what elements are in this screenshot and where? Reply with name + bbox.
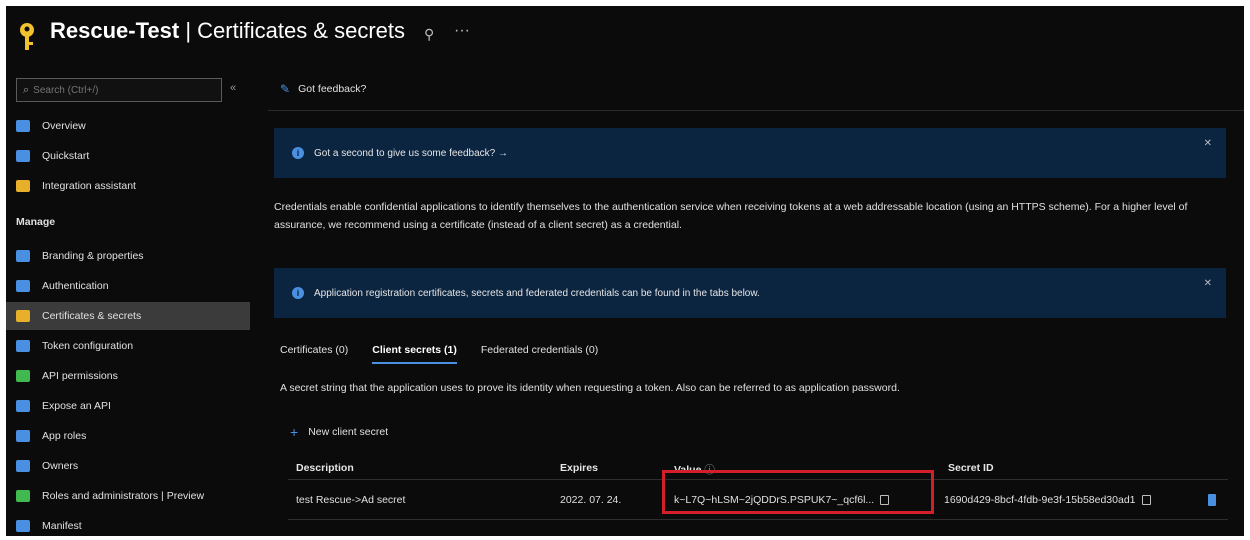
api-permissions-icon xyxy=(16,370,30,382)
sidebar-item-api-permissions[interactable]: API permissions xyxy=(6,362,250,390)
column-header-secret-id[interactable]: Secret ID xyxy=(948,462,994,474)
main-content: ✎ Got feedback? i Got a second to give u… xyxy=(268,62,1244,536)
app-name: Rescue-Test xyxy=(50,18,180,43)
tab-federated-credentials[interactable]: Federated credentials (0) xyxy=(481,344,598,364)
tab-client-secrets[interactable]: Client secrets (1) xyxy=(372,344,457,364)
section-title: Certificates & secrets xyxy=(197,18,405,43)
overview-icon xyxy=(16,120,30,132)
token-icon xyxy=(16,340,30,352)
page-title: Rescue-Test | Certificates & secrets xyxy=(50,18,405,44)
more-options-icon[interactable]: ··· xyxy=(454,22,470,40)
portal-window: Rescue-Test | Certificates & secrets ⚲ ·… xyxy=(6,6,1244,536)
info-icon: i xyxy=(292,287,304,299)
authentication-icon xyxy=(16,280,30,292)
quickstart-icon xyxy=(16,150,30,162)
key-icon xyxy=(20,23,34,50)
sidebar-item-branding[interactable]: Branding & properties xyxy=(6,242,250,270)
sidebar-item-label: Authentication xyxy=(42,280,109,292)
feedback-banner[interactable]: i Got a second to give us some feedback?… xyxy=(274,128,1226,178)
delete-icon[interactable] xyxy=(1208,494,1216,506)
value-header-label: Value xyxy=(674,464,702,476)
page-header: Rescue-Test | Certificates & secrets ⚲ ·… xyxy=(6,6,1244,62)
tab-certificates[interactable]: Certificates (0) xyxy=(280,344,348,364)
branding-icon xyxy=(16,250,30,262)
sidebar-item-quickstart[interactable]: Quickstart xyxy=(6,142,250,170)
key-icon xyxy=(16,310,30,322)
sidebar-item-label: Roles and administrators | Preview xyxy=(42,490,205,502)
new-client-secret-button[interactable]: + New client secret xyxy=(290,424,388,440)
sidebar-item-token-configuration[interactable]: Token configuration xyxy=(6,332,250,360)
table-header: Description Expires Value ⓘ Secret ID xyxy=(288,456,1228,480)
title-separator: | xyxy=(179,18,198,43)
search-input[interactable] xyxy=(33,84,204,96)
table-row: test Rescue->Ad secret 2022. 07. 24. k~L… xyxy=(288,480,1228,520)
sidebar-item-label: Overview xyxy=(42,120,86,132)
sidebar-item-expose-api[interactable]: Expose an API xyxy=(6,392,250,420)
sidebar-item-label: Token configuration xyxy=(42,340,134,352)
roles-icon xyxy=(16,490,30,502)
column-header-expires[interactable]: Expires xyxy=(560,462,598,474)
new-client-secret-label: New client secret xyxy=(308,426,389,438)
plus-icon: + xyxy=(290,424,299,440)
sidebar-item-label: Integration assistant xyxy=(42,180,136,192)
sidebar-item-label: API permissions xyxy=(42,370,118,382)
sidebar-item-roles-administrators[interactable]: Roles and administrators | Preview xyxy=(6,482,250,510)
copy-icon[interactable] xyxy=(880,495,890,506)
client-secret-description: A secret string that the application use… xyxy=(280,382,900,394)
sidebar-item-integration-assistant[interactable]: Integration assistant xyxy=(6,172,250,200)
sidebar-item-certificates-secrets[interactable]: Certificates & secrets xyxy=(6,302,250,330)
manifest-icon xyxy=(16,520,30,532)
close-icon[interactable]: ✕ xyxy=(1204,278,1212,289)
cloud-icon xyxy=(16,400,30,412)
search-box[interactable]: ⌕ xyxy=(16,78,222,102)
feedback-banner-text: Got a second to give us some feedback? → xyxy=(314,147,508,159)
got-feedback-link[interactable]: ✎ Got feedback? xyxy=(280,82,366,96)
column-header-value[interactable]: Value ⓘ xyxy=(674,462,715,477)
sidebar-item-label: Owners xyxy=(42,460,79,472)
divider xyxy=(268,110,1244,111)
credentials-description: Credentials enable confidential applicat… xyxy=(274,201,1188,231)
sidebar-item-manifest[interactable]: Manifest xyxy=(6,512,250,536)
sidebar-item-label: Quickstart xyxy=(42,150,90,162)
search-icon: ⌕ xyxy=(23,83,30,96)
sidebar-item-label: App roles xyxy=(42,430,87,442)
feedback-label: Got feedback? xyxy=(298,83,367,95)
secret-value-text: k~L7Q~hLSM~2jQDDrS.PSPUK7~_qcf6l... xyxy=(674,494,875,506)
sidebar-item-label: Manifest xyxy=(42,520,82,532)
secret-id-text: 1690d429-8bcf-4fdb-9e3f-15b58ed30ad1 xyxy=(944,494,1136,506)
secret-description-cell: test Rescue->Ad secret xyxy=(296,494,406,506)
secret-id-cell: 1690d429-8bcf-4fdb-9e3f-15b58ed30ad1 xyxy=(944,494,1151,506)
collapse-sidebar-button[interactable]: « xyxy=(230,82,236,94)
sidebar-item-authentication[interactable]: Authentication xyxy=(6,272,250,300)
sidebar-item-app-roles[interactable]: App roles xyxy=(6,422,250,450)
info-banner: i Application registration certificates,… xyxy=(274,268,1226,318)
info-icon: ⓘ xyxy=(704,464,715,476)
sidebar-item-owners[interactable]: Owners xyxy=(6,452,250,480)
rocket-icon xyxy=(16,180,30,192)
app-roles-icon xyxy=(16,430,30,442)
manage-section-label: Manage xyxy=(16,216,56,228)
info-banner-text: Application registration certificates, s… xyxy=(314,287,760,299)
column-header-description[interactable]: Description xyxy=(296,462,354,474)
secret-value-cell: k~L7Q~hLSM~2jQDDrS.PSPUK7~_qcf6l... xyxy=(674,494,890,506)
pin-icon[interactable]: ⚲ xyxy=(424,26,434,43)
feedback-icon: ✎ xyxy=(280,82,291,96)
owners-icon xyxy=(16,460,30,472)
info-icon: i xyxy=(292,147,304,159)
sidebar-item-label: Expose an API xyxy=(42,400,111,412)
sidebar-item-label: Branding & properties xyxy=(42,250,144,262)
sidebar-item-label: Certificates & secrets xyxy=(42,310,142,322)
credential-tabs: Certificates (0) Client secrets (1) Fede… xyxy=(280,344,622,364)
client-secrets-table: Description Expires Value ⓘ Secret ID te… xyxy=(288,456,1228,520)
secret-expires-cell: 2022. 07. 24. xyxy=(560,494,622,506)
sidebar-item-overview[interactable]: Overview xyxy=(6,112,250,140)
copy-icon[interactable] xyxy=(1141,495,1151,506)
sidebar: ⌕ « Overview Quickstart Integration assi… xyxy=(6,70,250,536)
close-icon[interactable]: ✕ xyxy=(1204,138,1212,149)
